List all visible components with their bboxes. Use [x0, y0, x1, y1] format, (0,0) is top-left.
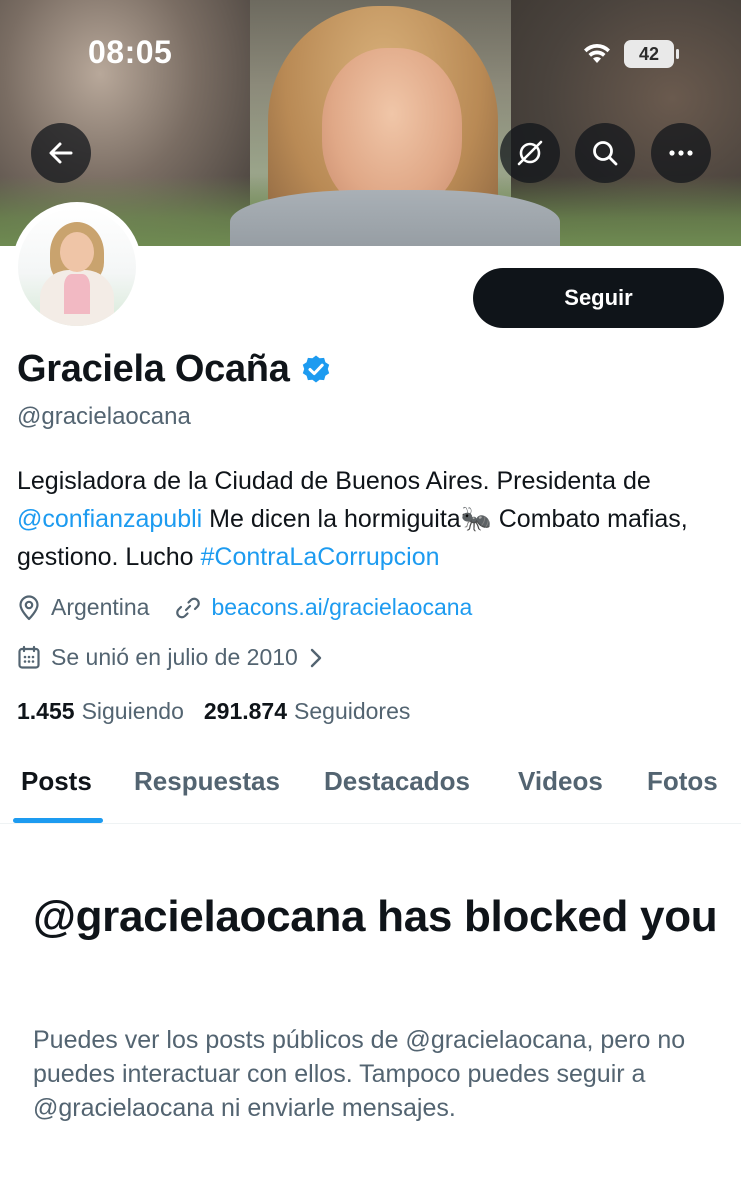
hide-reposts-button[interactable]: [500, 123, 560, 183]
calendar-icon: [18, 645, 40, 669]
bio-mention-link[interactable]: @confianzapubli: [17, 505, 202, 533]
location-pin-icon: [19, 594, 39, 620]
followers-label: Seguidores: [294, 698, 411, 724]
verified-badge-icon[interactable]: [300, 354, 332, 386]
more-icon: [669, 150, 693, 156]
followers-count: 291.874: [203, 698, 288, 724]
following-label: Siguiendo: [81, 698, 184, 724]
following-stat[interactable]: 1.455 Siguiendo: [17, 698, 184, 725]
back-button[interactable]: [31, 123, 91, 183]
profile-handle: @gracielaocana: [17, 403, 191, 430]
profile-meta-location-website: Argentina beacons.ai/gracielaocana: [17, 594, 472, 621]
profile-website-link[interactable]: beacons.ai/gracielaocana: [211, 594, 472, 621]
avatar-face: [60, 232, 94, 272]
banner-person-face: [322, 48, 462, 213]
tab-posts[interactable]: Posts: [21, 766, 92, 797]
display-name: Graciela Ocaña: [17, 348, 290, 390]
link-icon: [176, 597, 201, 618]
tab-destacados[interactable]: Destacados: [324, 766, 470, 797]
bio-hashtag-link[interactable]: #ContraLaCorrupcion: [200, 543, 439, 571]
avatar[interactable]: [12, 202, 142, 332]
search-button[interactable]: [575, 123, 635, 183]
tab-fotos[interactable]: Fotos: [647, 766, 718, 797]
profile-stats: 1.455 Siguiendo 291.874 Seguidores: [17, 698, 430, 725]
more-button[interactable]: [651, 123, 711, 183]
hide-repost-icon: [517, 140, 543, 166]
bio-text-1: Legisladora de la Ciudad de Buenos Aires…: [17, 467, 651, 495]
active-tab-indicator: [13, 818, 103, 823]
chevron-right-icon: [310, 648, 322, 667]
profile-joined-date: Se unió en julio de 2010: [51, 644, 298, 670]
banner-person-coat: [230, 190, 560, 246]
name-row: Graciela Ocaña: [17, 348, 332, 391]
battery-indicator: 42: [624, 40, 679, 68]
blocked-description: Puedes ver los posts públicos de @gracie…: [33, 1026, 686, 1122]
profile-joined-row[interactable]: Se unió en julio de 2010: [17, 644, 336, 671]
tab-respuestas[interactable]: Respuestas: [134, 766, 280, 797]
search-icon: [593, 141, 618, 166]
followers-stat[interactable]: 291.874 Seguidores: [204, 698, 411, 725]
profile-bio: Legisladora de la Ciudad de Buenos Aires…: [17, 462, 732, 576]
avatar-image: [18, 208, 136, 326]
blocked-title: @gracielaocana has blocked you: [33, 892, 718, 941]
wifi-icon: [584, 43, 610, 63]
follow-button[interactable]: Seguir: [473, 268, 724, 328]
avatar-shirt: [64, 274, 90, 314]
tab-videos[interactable]: Videos: [518, 766, 603, 797]
following-count: 1.455: [17, 698, 75, 724]
arrow-left-icon: [49, 142, 73, 164]
profile-location: Argentina: [51, 594, 150, 620]
status-time: 08:05: [88, 34, 173, 70]
profile-tabs: Posts Respuestas Destacados Videos Fotos: [0, 744, 741, 824]
